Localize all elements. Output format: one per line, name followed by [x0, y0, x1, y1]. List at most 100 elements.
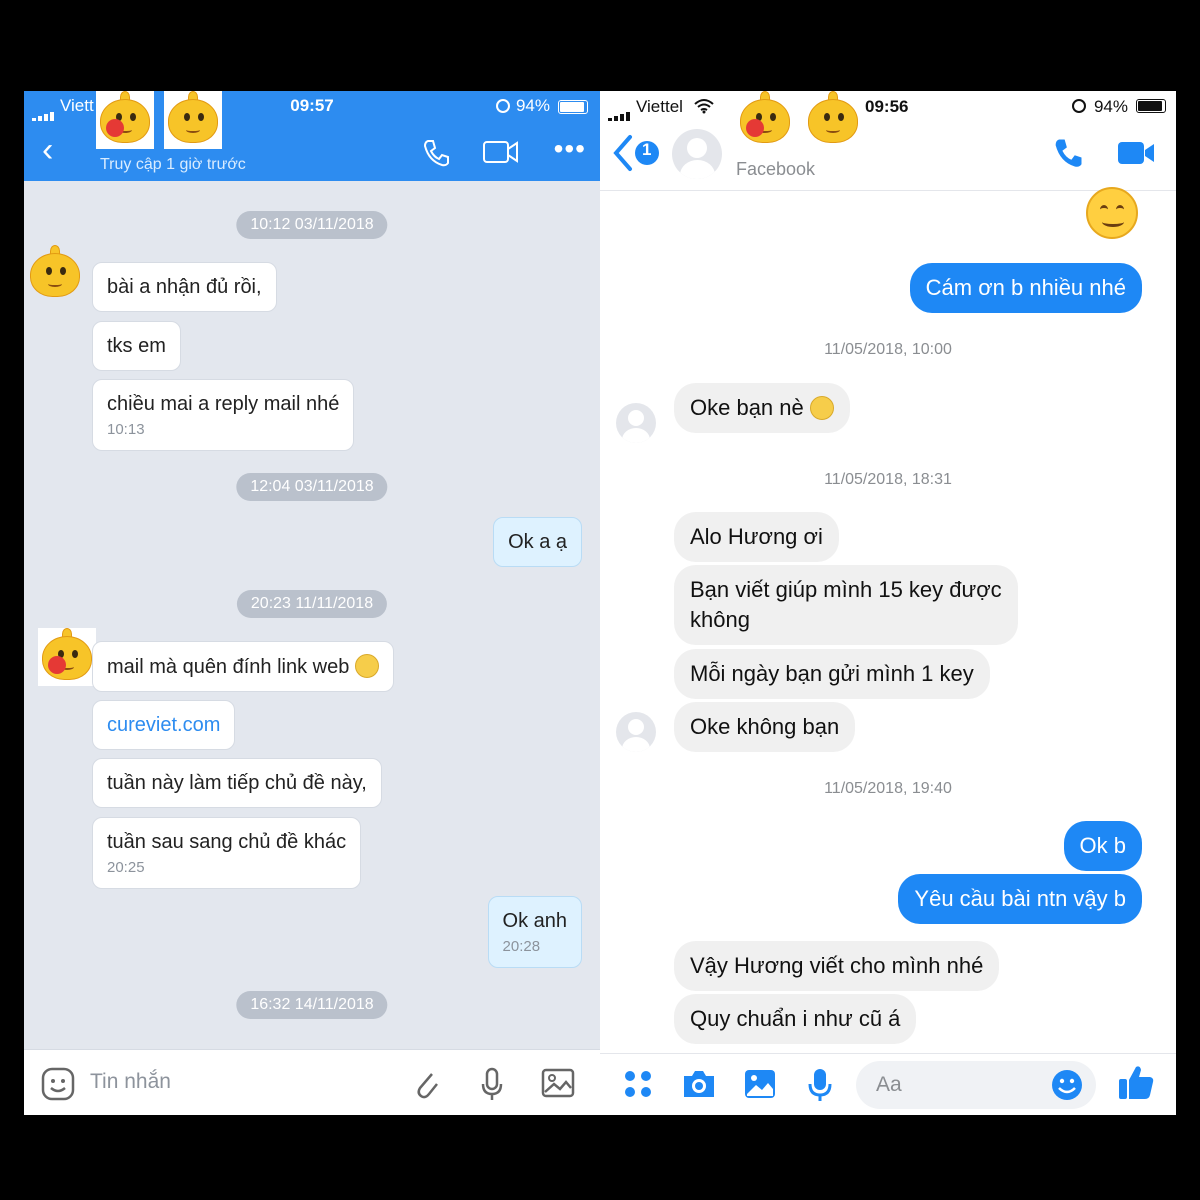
message-bubble[interactable]: Bạn viết giúp mình 15 key được không [674, 565, 1018, 645]
message-text: Cám ơn b nhiều nhé [925, 275, 1126, 300]
back-chevron-icon[interactable] [612, 131, 662, 175]
message-bubble[interactable]: chiều mai a reply mail nhé 10:13 [92, 379, 355, 451]
message-bubble-outgoing[interactable]: Ok a ạ [493, 517, 582, 567]
date-stamp: 11/05/2018, 10:00 [824, 341, 952, 358]
more-options-icon[interactable]: ••• [554, 135, 586, 163]
phone-icon[interactable] [420, 137, 452, 169]
message-bubble-outgoing[interactable]: Ok anh 20:28 [487, 896, 582, 968]
message-bubble[interactable]: Alo Hương ơi [674, 512, 839, 562]
thumbs-up-icon[interactable] [1116, 1062, 1156, 1102]
message-composer: Aa [600, 1053, 1176, 1115]
date-stamp: 20:23 11/11/2018 [236, 590, 388, 618]
message-time: 20:28 [502, 938, 541, 955]
message-bubble[interactable]: tuần này làm tiếp chủ đề này, [92, 758, 382, 808]
message-input[interactable]: Aa [856, 1061, 1096, 1109]
message-bubble[interactable]: Quy chuẩn i như cũ á [674, 994, 917, 1044]
date-stamp: 10:12 03/11/2018 [236, 211, 388, 239]
message-link[interactable]: cureviet.com [107, 714, 220, 736]
phone-icon[interactable] [1050, 135, 1086, 171]
message-time: 10:13 [107, 421, 145, 438]
signal-icon [608, 102, 632, 122]
message-bubble[interactable]: mail mà quên đính link web [92, 641, 394, 692]
gallery-icon[interactable] [742, 1066, 778, 1102]
sticker-icon[interactable] [40, 1066, 76, 1102]
microphone-icon[interactable] [806, 1066, 834, 1104]
battery-icon [558, 100, 588, 114]
message-bubble[interactable]: tks em [92, 321, 181, 371]
message-bubble[interactable]: Mỗi ngày bạn gửi mình 1 key [674, 649, 990, 699]
message-text: Ok anh [502, 910, 567, 932]
battery-percent: 94% [515, 96, 550, 115]
message-text: không [690, 607, 750, 632]
slight-smile-emoji-icon [809, 396, 834, 420]
date-stamp: 16:32 14/11/2018 [236, 991, 388, 1019]
emoji-icon[interactable] [1050, 1068, 1084, 1102]
sticker-image [164, 91, 222, 149]
more-actions-icon[interactable] [622, 1066, 654, 1102]
camera-icon[interactable] [680, 1066, 718, 1102]
message-bubble[interactable]: Oke bạn nè [674, 383, 850, 433]
message-text: Alo Hương ơi [690, 524, 823, 549]
contact-avatar[interactable] [672, 129, 722, 179]
message-bubble-outgoing[interactable]: Cám ơn b nhiều nhé [909, 263, 1142, 313]
contact-avatar[interactable] [616, 403, 656, 443]
sticker-image [736, 91, 794, 149]
back-chevron-icon[interactable]: ‹ [42, 133, 53, 167]
carrier-label: Viettel [636, 97, 683, 116]
message-text: Ok b [1079, 833, 1126, 858]
message-text: tks em [107, 335, 166, 357]
video-call-icon[interactable] [482, 137, 520, 167]
status-bar: Viettel 09:56 94% [600, 91, 1176, 122]
microphone-icon[interactable] [480, 1066, 504, 1102]
message-text: Quy chuẩn i như cũ á [690, 1006, 901, 1031]
wifi-icon [694, 99, 714, 114]
battery-icon [1136, 99, 1166, 113]
rotation-lock-icon [496, 99, 510, 113]
message-bubble-outgoing[interactable]: Ok b [1063, 821, 1142, 871]
message-time: 20:25 [107, 859, 145, 876]
smiling-emoji-icon [1086, 187, 1138, 239]
message-text: Ok a ạ [508, 531, 567, 553]
date-stamp: 11/05/2018, 19:40 [824, 780, 952, 797]
message-bubble[interactable]: Vậy Hương viết cho mình nhé [674, 941, 1000, 991]
message-composer: Tin nhắn [24, 1049, 600, 1115]
video-call-icon[interactable] [1116, 139, 1156, 167]
contact-avatar[interactable] [38, 628, 96, 686]
contact-subtitle: Facebook [736, 159, 816, 179]
message-bubble[interactable]: cureviet.com [92, 700, 236, 750]
sticker-image [804, 91, 862, 149]
message-text: Yêu cầu bài ntn vậy b [914, 886, 1126, 911]
message-text: chiều mai a reply mail nhé [107, 393, 340, 415]
message-text: tuần sau sang chủ đề khác [107, 831, 347, 853]
last-seen-label: Truy cập 1 giờ trước [100, 156, 246, 173]
message-bubble[interactable]: bài a nhận đủ rồi, [92, 262, 277, 312]
message-text: Oke bạn nè [690, 395, 804, 420]
unread-badge: 1 [642, 140, 652, 159]
date-stamp: 11/05/2018, 18:31 [824, 471, 952, 488]
message-text: Mỗi ngày bạn gửi mình 1 key [690, 661, 974, 686]
message-bubble-outgoing[interactable]: Yêu cầu bài ntn vậy b [898, 874, 1142, 924]
message-bubble[interactable]: tuần sau sang chủ đề khác 20:25 [92, 817, 362, 889]
message-bubble[interactable]: Oke không bạn [674, 702, 856, 752]
image-icon[interactable] [540, 1066, 576, 1100]
zalo-chat-screen: Viett 09:57 94% ‹ Truy cập 1 giờ trước •… [24, 91, 600, 1115]
messenger-chat-screen: Viettel 09:56 94% 1 Facebook Cám ơn b nh… [600, 91, 1176, 1115]
message-text: mail mà quên đính link web [107, 656, 350, 678]
contact-avatar[interactable] [26, 245, 84, 303]
clock: 09:56 [865, 97, 909, 116]
message-input-placeholder: Aa [876, 1073, 902, 1096]
message-text: Oke không bạn [690, 714, 840, 739]
message-text: tuần này làm tiếp chủ đề này, [107, 772, 367, 794]
contact-avatar[interactable] [616, 712, 656, 752]
attachment-icon[interactable] [410, 1066, 442, 1102]
sticker-image [96, 91, 154, 149]
rotation-lock-icon [1072, 99, 1086, 113]
message-text: bài a nhận đủ rồi, [107, 276, 262, 298]
date-stamp: 12:04 03/11/2018 [236, 473, 388, 501]
chat-header: 1 Facebook [600, 121, 1176, 191]
message-input[interactable]: Tin nhắn [90, 1070, 171, 1094]
message-text: Vậy Hương viết cho mình nhé [690, 953, 984, 978]
message-text: Bạn viết giúp mình 15 key được [690, 577, 1002, 602]
blush-emoji-icon [354, 654, 379, 678]
battery-percent: 94% [1093, 97, 1128, 116]
